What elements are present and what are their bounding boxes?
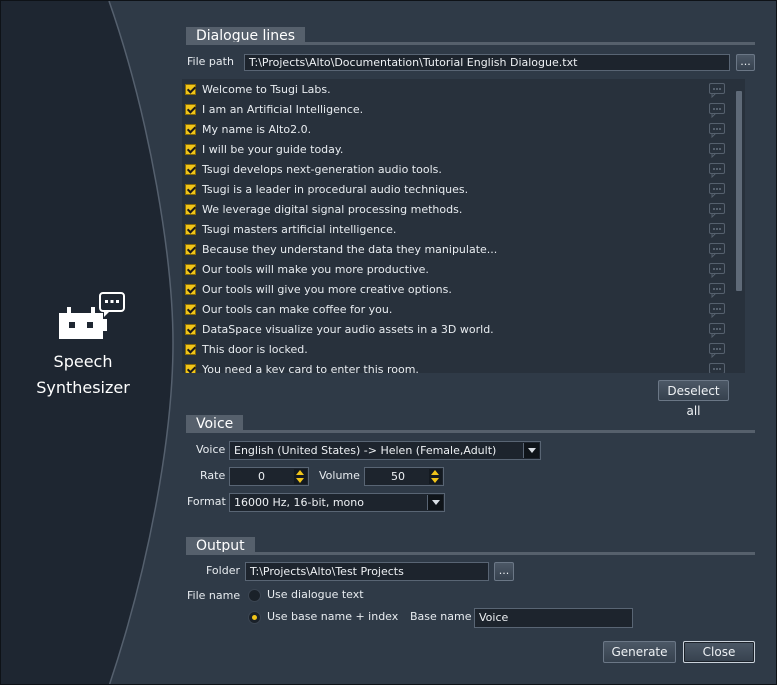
- dialogue-line-row[interactable]: Our tools will give you more creative op…: [182, 281, 734, 301]
- dialogue-line-checkbox[interactable]: [185, 124, 196, 135]
- dialogue-line-row[interactable]: Tsugi masters artificial intelligence.: [182, 221, 734, 241]
- format-dropdown-value: 16000 Hz, 16-bit, mono: [234, 496, 364, 509]
- dialogue-line-text: Tsugi masters artificial intelligence.: [202, 223, 397, 236]
- speech-bubble-icon[interactable]: [709, 303, 725, 321]
- voice-dropdown-value: English (United States) -> Helen (Female…: [234, 444, 497, 457]
- output-section-header: Output: [186, 537, 755, 555]
- folder-browse-button[interactable]: ...: [494, 562, 514, 581]
- dialogue-line-checkbox[interactable]: [185, 304, 196, 315]
- rate-label: Rate: [200, 469, 226, 482]
- dialogue-line-checkbox[interactable]: [185, 164, 196, 175]
- dialogue-line-text: Our tools can make coffee for you.: [202, 303, 393, 316]
- speech-bubble-icon[interactable]: [709, 163, 725, 181]
- dialogue-line-row[interactable]: This door is locked.: [182, 341, 734, 361]
- dialogue-line-row[interactable]: Tsugi is a leader in procedural audio te…: [182, 181, 734, 201]
- speech-bubble-icon[interactable]: [709, 123, 725, 141]
- base-name-label: Base name: [410, 610, 472, 623]
- speech-bubble-icon[interactable]: [709, 83, 725, 101]
- dialogue-line-checkbox[interactable]: [185, 224, 196, 235]
- voice-label: Voice: [196, 443, 226, 456]
- speech-bubble-icon[interactable]: [709, 343, 725, 361]
- dialogue-line-text: Because they understand the data they ma…: [202, 243, 498, 256]
- dialogue-line-row[interactable]: Because they understand the data they ma…: [182, 241, 734, 261]
- dialogue-line-row[interactable]: Our tools will make you more productive.: [182, 261, 734, 281]
- folder-label: Folder: [206, 564, 240, 577]
- dialogue-line-checkbox[interactable]: [185, 244, 196, 255]
- dialogue-line-row[interactable]: You need a key card to enter this room.: [182, 361, 734, 373]
- dialogue-lines-list[interactable]: Welcome to Tsugi Labs. I am an Artificial…: [182, 79, 745, 373]
- dialogue-line-checkbox[interactable]: [185, 344, 196, 355]
- format-dropdown-arrow-icon[interactable]: [427, 495, 443, 510]
- dialogue-line-checkbox[interactable]: [185, 264, 196, 275]
- file-path-field[interactable]: T:\Projects\Alto\Documentation\Tutorial …: [244, 54, 730, 71]
- voice-dropdown-arrow-icon[interactable]: [523, 443, 539, 458]
- dialogue-line-text: Welcome to Tsugi Labs.: [202, 83, 331, 96]
- robot-speech-icon: [59, 292, 125, 339]
- dialogue-line-checkbox[interactable]: [185, 84, 196, 95]
- rate-spinner-icon[interactable]: [294, 469, 307, 484]
- dialogue-line-checkbox[interactable]: [185, 144, 196, 155]
- dialogue-line-checkbox[interactable]: [185, 204, 196, 215]
- speech-bubble-icon[interactable]: [709, 223, 725, 241]
- dialogue-line-text: This door is locked.: [202, 343, 308, 356]
- close-button[interactable]: Close: [683, 641, 755, 663]
- dialogue-line-row[interactable]: I will be your guide today.: [182, 141, 734, 161]
- dialogue-line-row[interactable]: Our tools can make coffee for you.: [182, 301, 734, 321]
- sidebar-background: [1, 1, 174, 684]
- dialogue-list-scrollbar[interactable]: [736, 91, 742, 291]
- dialogue-line-row[interactable]: Tsugi develops next-generation audio too…: [182, 161, 734, 181]
- generate-button[interactable]: Generate: [603, 641, 676, 663]
- dialogue-line-text: Our tools will make you more productive.: [202, 263, 429, 276]
- format-label: Format: [187, 495, 226, 508]
- dialogue-line-text: DataSpace visualize your audio assets in…: [202, 323, 494, 336]
- dialogue-line-row[interactable]: Welcome to Tsugi Labs.: [182, 81, 734, 101]
- dialogue-line-checkbox[interactable]: [185, 324, 196, 335]
- speech-bubble-icon[interactable]: [709, 323, 725, 341]
- base-name-input[interactable]: Voice: [474, 608, 633, 628]
- app-title-line2: Synthesizer: [36, 378, 130, 397]
- speech-bubble-icon[interactable]: [709, 203, 725, 221]
- speech-bubble-icon[interactable]: [709, 183, 725, 201]
- dialogue-line-text: Tsugi develops next-generation audio too…: [202, 163, 442, 176]
- file-name-label: File name: [187, 589, 241, 602]
- speech-synthesizer-window: Speech Synthesizer Dialogue lines File p…: [0, 0, 777, 685]
- volume-spinner-icon[interactable]: [429, 469, 442, 484]
- speech-bubble-icon[interactable]: [709, 103, 725, 121]
- folder-field[interactable]: T:\Projects\Alto\Test Projects: [245, 562, 489, 581]
- dialogue-section-header: Dialogue lines: [186, 27, 755, 45]
- volume-label: Volume: [319, 469, 360, 482]
- speech-bubble-icon[interactable]: [709, 263, 725, 281]
- speech-bubble-icon[interactable]: [709, 283, 725, 301]
- radio-use-base-name-index-label[interactable]: Use base name + index: [267, 610, 398, 624]
- voice-section-header: Voice: [186, 415, 755, 433]
- file-path-browse-button[interactable]: ...: [736, 54, 755, 71]
- deselect-all-button[interactable]: Deselect all: [658, 380, 729, 418]
- dialogue-line-checkbox[interactable]: [185, 104, 196, 115]
- dialogue-line-text: Tsugi is a leader in procedural audio te…: [202, 183, 469, 196]
- dialogue-line-text: I am an Artificial Intelligence.: [202, 103, 364, 116]
- radio-use-base-name-index[interactable]: [248, 611, 261, 624]
- dialogue-line-text: You need a key card to enter this room.: [202, 363, 419, 373]
- dialogue-line-row[interactable]: We leverage digital signal processing me…: [182, 201, 734, 221]
- speech-bubble-icon[interactable]: [709, 143, 725, 161]
- speech-bubble-icon[interactable]: [709, 243, 725, 261]
- radio-use-dialogue-text-label[interactable]: Use dialogue text: [267, 588, 364, 602]
- dialogue-line-checkbox[interactable]: [185, 364, 196, 373]
- voice-dropdown[interactable]: English (United States) -> Helen (Female…: [229, 441, 541, 460]
- dialogue-line-text: My name is Alto2.0.: [202, 123, 312, 136]
- dialogue-line-checkbox[interactable]: [185, 284, 196, 295]
- format-dropdown[interactable]: 16000 Hz, 16-bit, mono: [229, 493, 445, 512]
- speech-bubble-icon[interactable]: [709, 363, 725, 373]
- dialogue-line-checkbox[interactable]: [185, 184, 196, 195]
- radio-use-dialogue-text[interactable]: [248, 589, 261, 602]
- dialogue-line-row[interactable]: My name is Alto2.0.: [182, 121, 734, 141]
- dialogue-line-text: Our tools will give you more creative op…: [202, 283, 452, 296]
- dialogue-line-row[interactable]: I am an Artificial Intelligence.: [182, 101, 734, 121]
- app-title: Speech Synthesizer: [21, 349, 145, 401]
- app-title-line1: Speech: [53, 352, 113, 371]
- dialogue-line-row[interactable]: DataSpace visualize your audio assets in…: [182, 321, 734, 341]
- dialogue-line-text: We leverage digital signal processing me…: [202, 203, 463, 216]
- file-path-label: File path: [187, 55, 234, 68]
- dialogue-line-text: I will be your guide today.: [202, 143, 344, 156]
